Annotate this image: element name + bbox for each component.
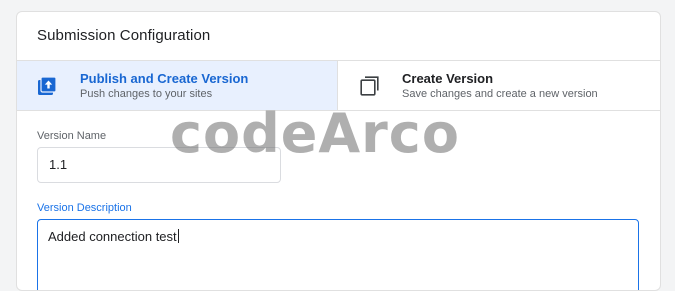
option-subtitle: Save changes and create a new version	[402, 88, 598, 100]
version-description-textarea[interactable]: Added connection test	[37, 219, 639, 290]
submission-configuration-card: Submission Configuration Publish and Cre…	[16, 11, 661, 291]
option-label: Create Version	[402, 71, 494, 86]
version-description-text: Added connection test	[48, 229, 177, 244]
text-caret	[177, 229, 179, 243]
option-subtitle: Push changes to your sites	[80, 88, 213, 100]
version-description-label: Version Description	[37, 202, 132, 214]
version-name-label: Version Name	[37, 130, 107, 142]
copy-icon	[360, 76, 380, 96]
option-label: Publish and Create Version	[80, 71, 249, 86]
card-title: Submission Configuration	[37, 27, 211, 44]
version-name-input[interactable]: 1.1	[37, 147, 281, 183]
submission-type-options: Publish and Create Version Push changes …	[17, 60, 660, 111]
option-create-version[interactable]: Create Version Save changes and create a…	[338, 61, 660, 110]
publish-icon	[37, 76, 57, 96]
option-publish-and-create-version[interactable]: Publish and Create Version Push changes …	[17, 61, 338, 110]
